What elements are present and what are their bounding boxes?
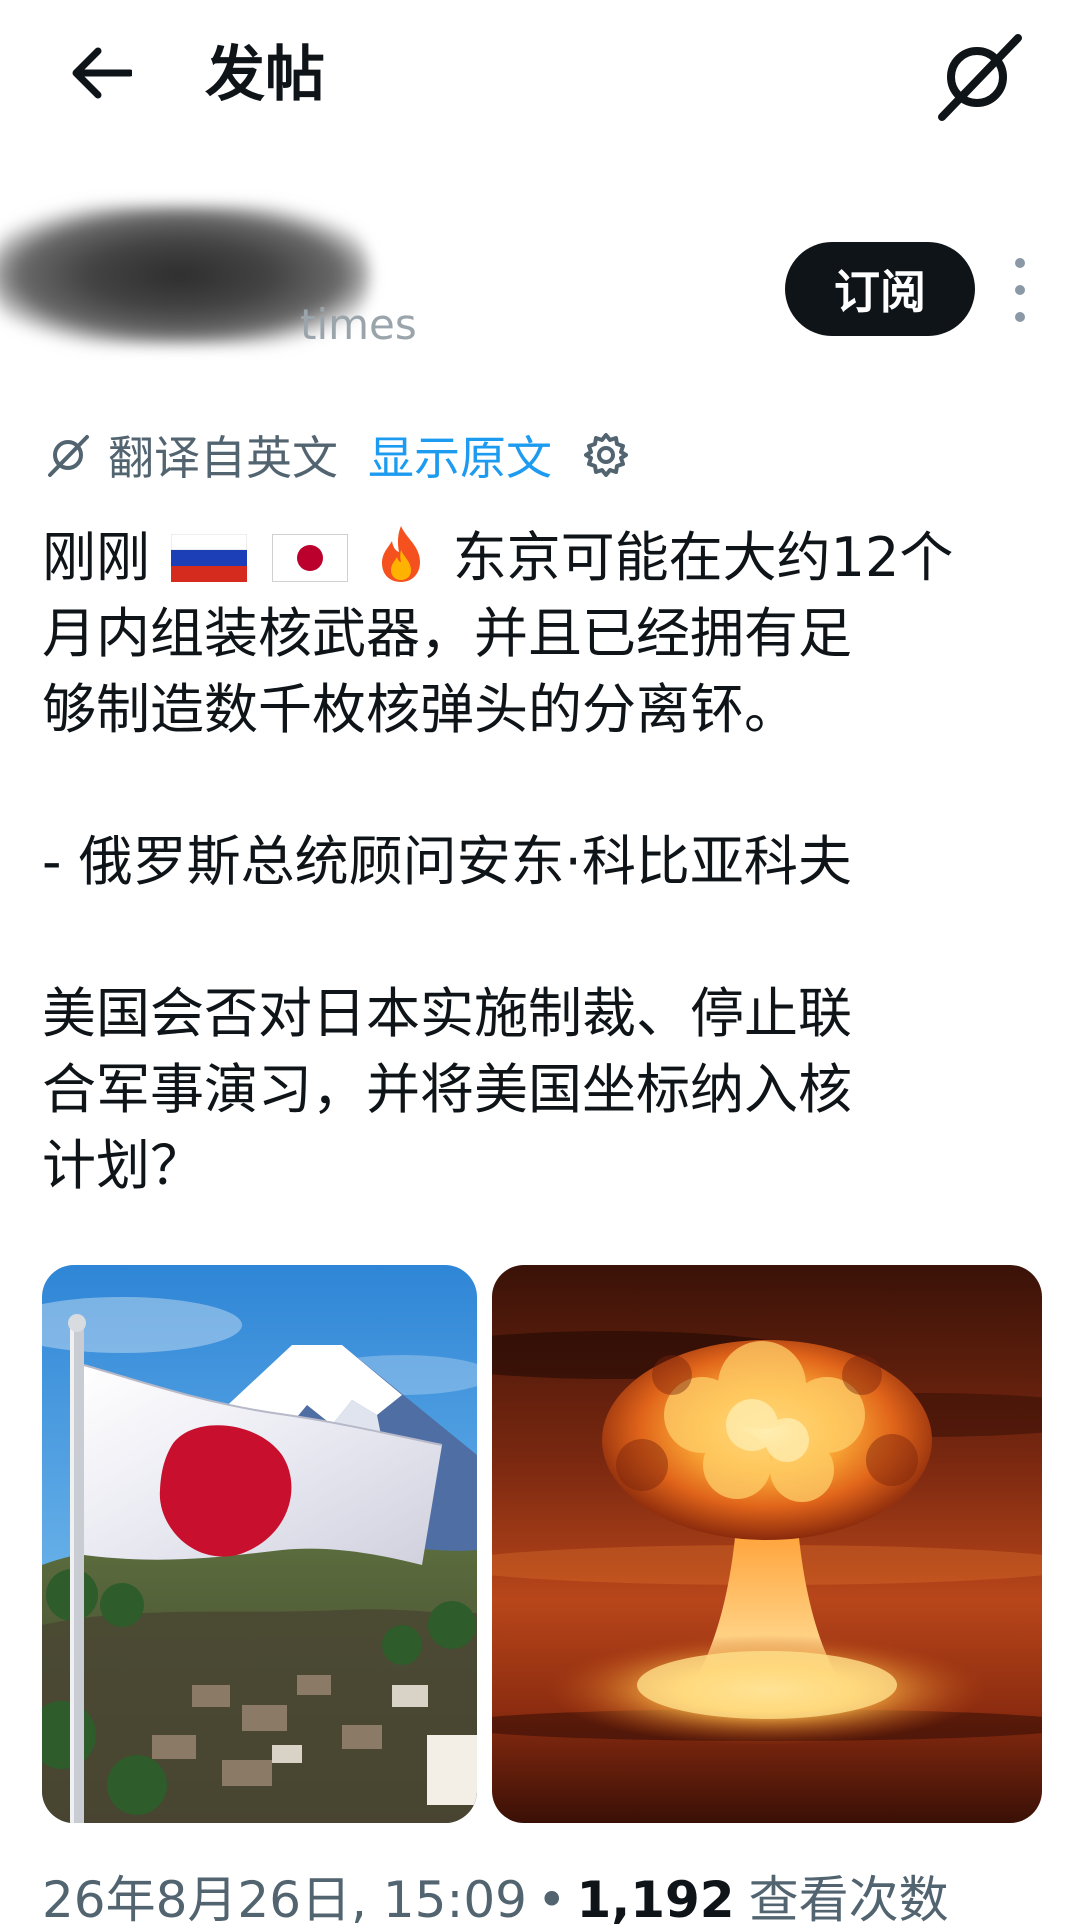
post-text-lead: 刚刚: [42, 526, 150, 589]
post-line: 月内组装核武器，并且已经拥有足: [42, 602, 852, 665]
japan-flag-mountain-illustration: [42, 1265, 477, 1823]
post-image-mushroom-cloud[interactable]: [492, 1265, 1042, 1823]
post-timestamp: 26年8月26日, 15:09: [42, 1871, 527, 1929]
post-text-line: 东京可能在大约12个: [452, 526, 954, 589]
post-line: 够制造数千枚核弹头的分离钚。: [42, 678, 798, 741]
more-dot-icon: [1015, 312, 1025, 322]
subscribe-button[interactable]: 订阅: [785, 242, 975, 336]
post-meta: 26年8月26日, 15:09 • 1,192 查看次数: [42, 1868, 949, 1932]
fire-icon: [381, 526, 420, 582]
translate-icon: [48, 435, 89, 477]
gear-icon[interactable]: [580, 429, 632, 481]
back-button[interactable]: [70, 28, 160, 118]
view-count-label: 查看次数: [748, 1871, 949, 1929]
translate-toggle-button[interactable]: [922, 22, 1032, 132]
post-line: 合军事演习，并将美国坐标纳入核: [42, 1058, 852, 1121]
russia-flag-icon: [171, 534, 248, 582]
post-text: 刚刚 东京可能在大约12个 月内组装核武器，并且已经拥有足 够制造数千枚核弹头的…: [42, 520, 1002, 1204]
post-line: 刚刚 东京可能在大约12个: [42, 520, 1002, 596]
post-quote-attribution: - 俄罗斯总统顾问安东·科比亚科夫: [42, 830, 852, 893]
mushroom-cloud-illustration: [492, 1265, 1042, 1823]
japan-flag-icon: [272, 534, 349, 582]
more-options-button[interactable]: [1000, 258, 1040, 322]
author-handle: times: [300, 300, 417, 349]
post-image-japan-flag[interactable]: [42, 1265, 477, 1823]
arrow-left-icon: [72, 47, 132, 99]
post-line: 计划？: [42, 1134, 204, 1197]
more-dot-icon: [1015, 258, 1025, 268]
post-line: 美国会否对日本实施制裁、停止联: [42, 982, 852, 1045]
page-title: 发帖: [205, 40, 325, 110]
view-count: 1,192: [576, 1871, 735, 1929]
more-dot-icon: [1015, 285, 1025, 295]
show-original-link[interactable]: 显示原文: [368, 422, 552, 488]
translate-icon: [938, 34, 1022, 121]
meta-separator: •: [536, 1871, 567, 1929]
translation-bar: 翻译自英文 显示原文: [42, 420, 632, 490]
translated-from-label: 翻译自英文: [108, 431, 338, 485]
